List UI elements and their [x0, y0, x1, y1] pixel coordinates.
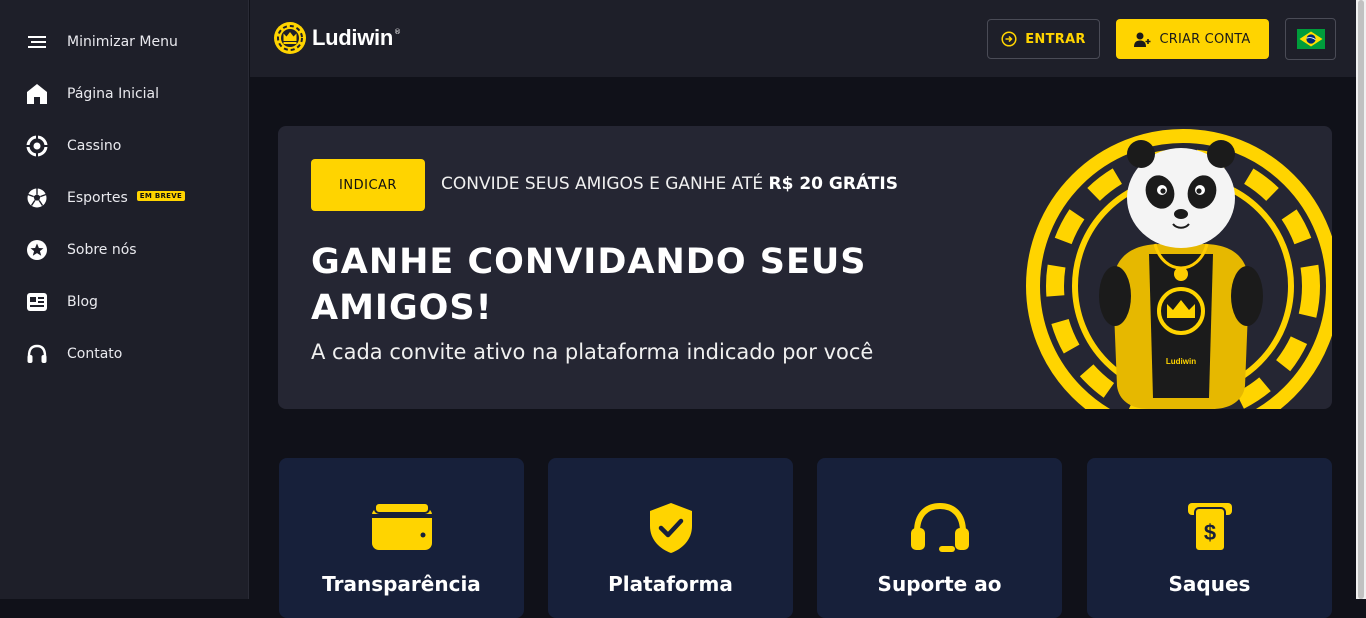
page-scrollbar[interactable]: [1356, 0, 1366, 599]
language-selector[interactable]: [1285, 18, 1336, 60]
top-header: Ludiwin ® ENTRAR CRIAR CONTA: [250, 0, 1366, 77]
sidebar-item-label: Página Inicial: [67, 86, 160, 102]
banner-subline: A cada convite ativo na plataforma indic…: [311, 340, 874, 364]
sidebar-item-sports[interactable]: Esportes EM BREVE: [0, 178, 249, 218]
sidebar-item-contact[interactable]: Contato: [0, 334, 249, 374]
coming-soon-badge: EM BREVE: [136, 191, 186, 201]
login-button[interactable]: ENTRAR: [987, 19, 1100, 59]
sidebar-item-label: Minimizar Menu: [67, 34, 178, 50]
wallet-icon: [371, 502, 432, 550]
newspaper-icon: [25, 290, 49, 314]
registered-mark: ®: [394, 28, 401, 36]
sidebar: Minimizar Menu Página Inicial Cassino Es…: [0, 0, 249, 599]
banner-headline: GANHE CONVIDANDO SEUS AMIGOS!: [311, 242, 867, 328]
sidebar-item-minimize-menu[interactable]: Minimizar Menu: [0, 22, 249, 62]
sidebar-item-about[interactable]: Sobre nós: [0, 230, 249, 270]
add-user-icon: [1134, 32, 1151, 47]
refer-button[interactable]: INDICAR: [311, 159, 425, 211]
feature-card-support: Suporte ao: [817, 458, 1062, 618]
feature-title: Transparência: [322, 572, 481, 596]
signup-label: CRIAR CONTA: [1159, 31, 1251, 47]
hamburger-icon: [25, 30, 49, 54]
login-label: ENTRAR: [1025, 31, 1086, 47]
crown-logo-icon: [274, 22, 306, 54]
promo-amount: R$ 20 GRÁTIS: [768, 174, 898, 194]
logo-text: Ludiwin: [312, 25, 393, 50]
feature-title: Suporte ao: [877, 572, 1002, 596]
feature-card-platform: Plataforma: [548, 458, 793, 618]
panda-mascot-illustration: Ludiwin: [1026, 129, 1332, 409]
feature-title: Plataforma: [608, 572, 733, 596]
sidebar-item-label: Contato: [67, 346, 123, 362]
signup-button[interactable]: CRIAR CONTA: [1116, 19, 1269, 59]
sidebar-item-label: Esportes EM BREVE: [67, 190, 186, 206]
soccer-ball-icon: [25, 186, 49, 210]
sidebar-item-blog[interactable]: Blog: [0, 282, 249, 322]
headset-icon: [25, 342, 49, 366]
feature-card-withdrawals: $ Saques: [1087, 458, 1332, 618]
sidebar-item-casino[interactable]: Cassino: [0, 126, 249, 166]
promo-text: CONVIDE SEUS AMIGOS E GANHE ATÉ R$ 20 GR…: [441, 174, 898, 194]
svg-text:$: $: [1203, 520, 1215, 545]
money-withdraw-icon: $: [1187, 503, 1232, 552]
sidebar-item-label: Blog: [67, 294, 98, 310]
star-icon: [25, 238, 49, 262]
mascot-jacket-label: Ludiwin: [1166, 357, 1196, 366]
brazil-flag-icon: [1296, 29, 1325, 49]
headset-icon: [910, 502, 969, 552]
logo[interactable]: Ludiwin ®: [273, 20, 401, 56]
feature-card-transparency: Transparência: [279, 458, 524, 618]
feature-title: Saques: [1168, 572, 1251, 596]
shield-check-icon: [649, 503, 692, 553]
sidebar-item-label: Cassino: [67, 138, 122, 154]
sidebar-item-home[interactable]: Página Inicial: [0, 74, 249, 114]
login-icon: [1001, 31, 1017, 47]
sidebar-item-label: Sobre nós: [67, 242, 137, 258]
scrollbar-thumb[interactable]: [1358, 0, 1364, 599]
referral-banner: INDICAR CONVIDE SEUS AMIGOS E GANHE ATÉ …: [278, 126, 1332, 409]
home-icon: [25, 82, 49, 106]
casino-chip-icon: [25, 134, 49, 158]
